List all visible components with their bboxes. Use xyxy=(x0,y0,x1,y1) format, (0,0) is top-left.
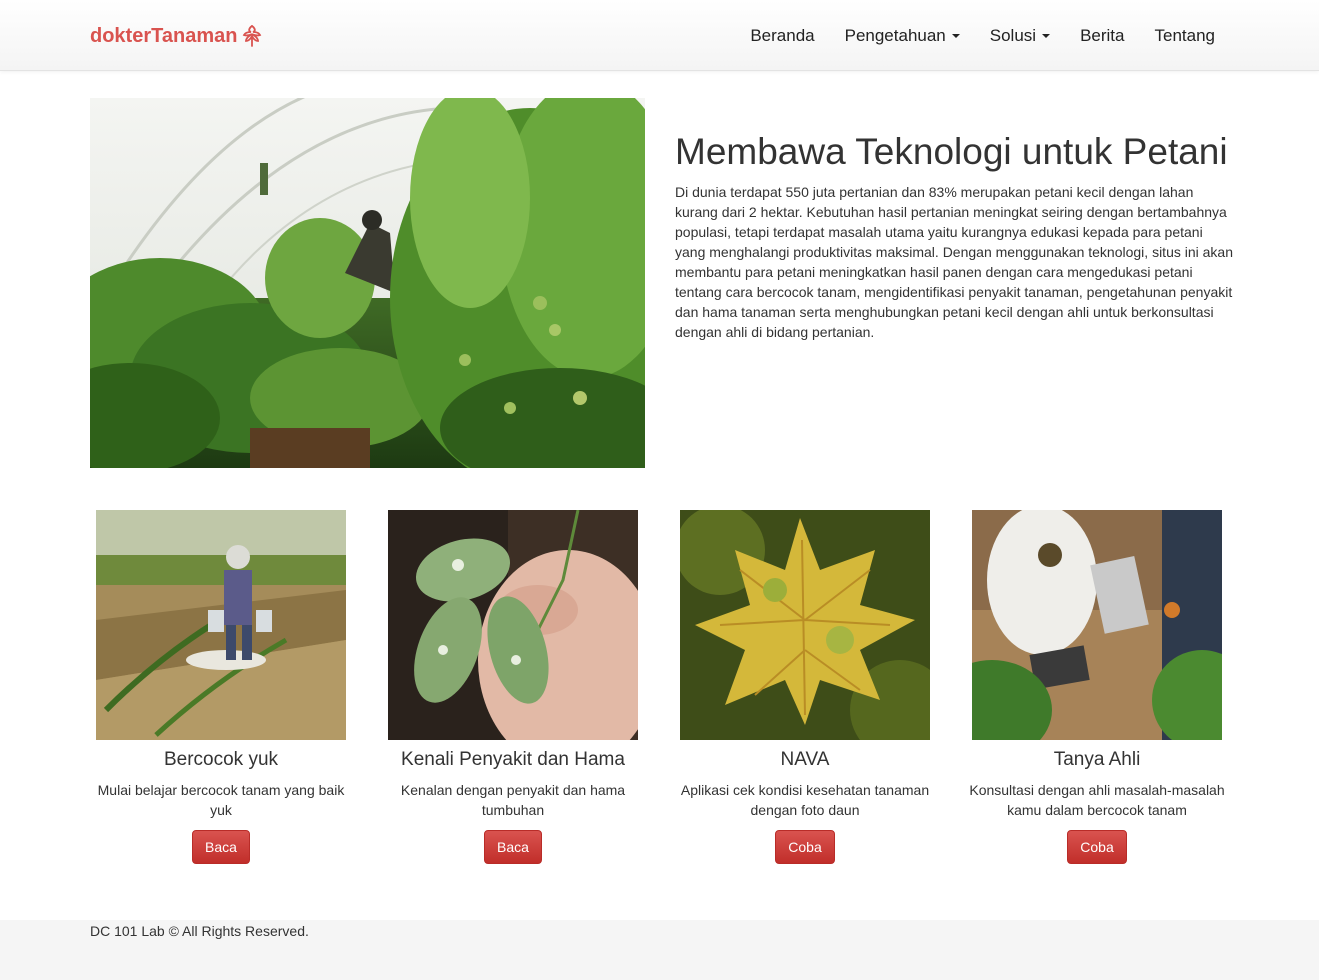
card-description: Aplikasi cek kondisi kesehatan tanaman d… xyxy=(680,782,930,818)
card-description: Mulai belajar bercocok tanam yang baik y… xyxy=(97,782,345,818)
coba-button[interactable]: Coba xyxy=(775,830,835,864)
nav-item-solusi[interactable]: Solusi xyxy=(975,0,1065,71)
brand-link[interactable]: dokterTanaman xyxy=(90,23,262,49)
card-bercocok: Bercocok yuk Mulai belajar bercocok tana… xyxy=(88,510,354,864)
nav-item-beranda[interactable]: Beranda xyxy=(735,0,829,71)
card-image xyxy=(972,510,1222,740)
card-description: Konsultasi dengan ahli masalah-masalah k… xyxy=(969,782,1225,818)
card-tanya-ahli: Tanya Ahli Konsultasi dengan ahli masala… xyxy=(964,510,1230,864)
nav-item-label: Tentang xyxy=(1154,25,1216,45)
card-title: Tanya Ahli xyxy=(1053,749,1141,770)
footer: DC 101 Lab © All Rights Reserved. xyxy=(0,920,1319,980)
baca-button[interactable]: Baca xyxy=(484,830,542,864)
nav-item-pengetahuan[interactable]: Pengetahuan xyxy=(830,0,975,71)
caret-down-icon xyxy=(1042,33,1051,38)
baca-button[interactable]: Baca xyxy=(192,830,250,864)
card-image xyxy=(680,510,930,740)
card-description: Kenalan dengan penyakit dan hama tumbuha… xyxy=(400,782,626,818)
navbar: dokterTanaman Beranda Pengetahuan Solusi… xyxy=(0,0,1319,71)
card-title: NAVA xyxy=(780,749,830,770)
hero-image xyxy=(90,98,645,468)
coba-button[interactable]: Coba xyxy=(1067,830,1127,864)
card-penyakit-hama: Kenali Penyakit dan Hama Kenalan dengan … xyxy=(380,510,646,864)
nav-item-label: Solusi xyxy=(989,25,1037,45)
card-title: Bercocok yuk xyxy=(163,749,279,770)
card-image xyxy=(388,510,638,740)
brand-name: dokterTanaman xyxy=(90,24,238,47)
main-nav: Beranda Pengetahuan Solusi Berita Tentan… xyxy=(735,0,1230,71)
hero-title: Membawa Teknologi untuk Petani xyxy=(675,131,1228,172)
leaf-icon xyxy=(243,25,262,47)
card-nava: NAVA Aplikasi cek kondisi kesehatan tana… xyxy=(672,510,938,864)
card-image xyxy=(96,510,346,740)
nav-item-berita[interactable]: Berita xyxy=(1065,0,1139,71)
card-title: Kenali Penyakit dan Hama xyxy=(401,749,625,770)
footer-copyright: DC 101 Lab © All Rights Reserved. xyxy=(90,923,309,939)
nav-item-label: Berita xyxy=(1080,25,1125,45)
nav-item-label: Pengetahuan xyxy=(844,25,946,45)
nav-item-tentang[interactable]: Tentang xyxy=(1140,0,1231,71)
hero-description: Di dunia terdapat 550 juta pertanian dan… xyxy=(675,184,1233,340)
nav-item-label: Beranda xyxy=(750,25,815,45)
caret-down-icon xyxy=(951,33,960,38)
